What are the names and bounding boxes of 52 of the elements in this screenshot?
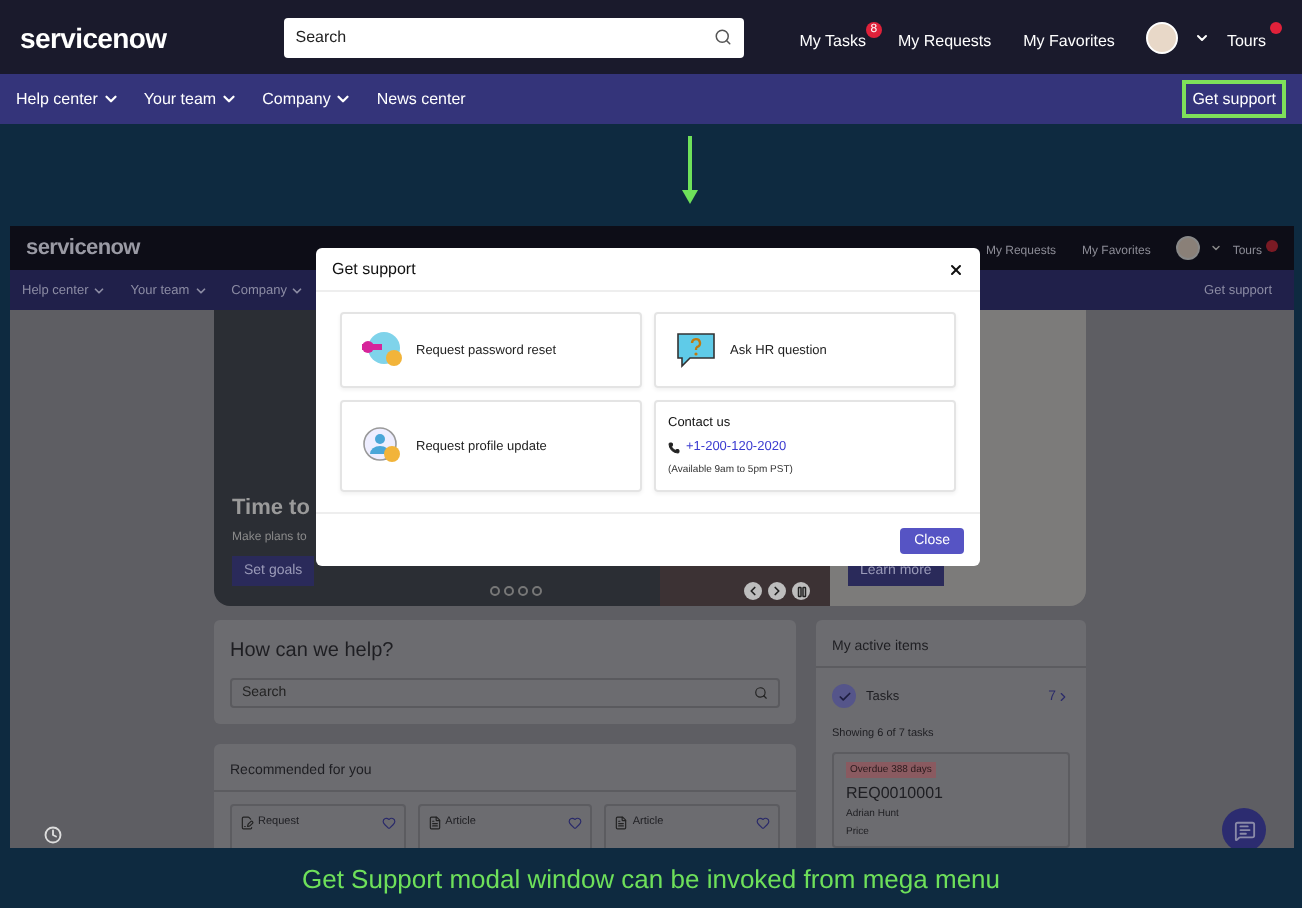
search-icon — [754, 686, 768, 700]
carousel-dot[interactable] — [504, 586, 514, 596]
pause-icon — [795, 585, 807, 597]
caret-icon — [334, 90, 353, 108]
menu-item[interactable]: Help center — [16, 90, 120, 108]
check-icon — [832, 684, 856, 708]
down-arrow — [681, 136, 697, 204]
caret-icon — [220, 90, 239, 108]
chevron-right-icon — [770, 584, 784, 598]
carousel-dot[interactable] — [490, 586, 500, 596]
heart-icon[interactable] — [381, 816, 396, 830]
menu-item[interactable]: Your team — [143, 90, 239, 108]
caret-icon — [290, 283, 305, 297]
close-button[interactable] — [948, 261, 964, 277]
servicenow-logo[interactable]: servicenow — [26, 236, 140, 260]
card-title: How can we help? — [228, 638, 396, 666]
servicenow-logo[interactable]: servicenow — [20, 21, 167, 53]
search-field[interactable]: Search — [283, 17, 744, 57]
chat-button[interactable] — [1222, 808, 1266, 848]
heart-icon[interactable] — [756, 816, 771, 830]
pause-button[interactable] — [792, 582, 810, 600]
clock-icon[interactable] — [44, 826, 62, 844]
carousel-dot[interactable] — [518, 586, 528, 596]
menu-item[interactable]: News center — [376, 90, 466, 108]
edit-icon — [240, 816, 254, 830]
caret-icon[interactable] — [1194, 29, 1211, 45]
search-icon — [713, 28, 732, 46]
caret-icon — [92, 283, 107, 297]
caret-icon — [101, 90, 120, 108]
caret-icon — [193, 283, 208, 297]
chevron-left-icon — [746, 584, 760, 598]
heart-icon[interactable] — [568, 816, 583, 830]
header-link[interactable]: My Favorites — [1023, 21, 1131, 53]
question-bubble-icon — [674, 330, 718, 370]
document-icon — [427, 816, 442, 830]
key-icon — [360, 330, 404, 370]
carousel-dot[interactable] — [532, 586, 542, 596]
profile-icon — [360, 426, 404, 466]
get-support-link[interactable]: Get support — [1182, 80, 1286, 118]
chevron-right-icon — [1056, 689, 1070, 703]
menu-item[interactable]: Company — [262, 90, 353, 108]
task-number: REQ0010001 — [846, 784, 943, 802]
document-icon — [614, 816, 629, 830]
hero-title: Time to — [232, 496, 312, 520]
chat-icon — [1233, 819, 1255, 841]
header-link[interactable]: My Requests — [897, 21, 1008, 53]
phone-icon — [668, 441, 680, 453]
dialog-title: Get support — [332, 260, 416, 278]
tours-link[interactable]: Tours — [1226, 21, 1282, 53]
next-button[interactable] — [768, 582, 786, 600]
previous-button[interactable] — [744, 582, 762, 600]
caption: Get Support modal window can be invoked from mega menu — [301, 863, 1001, 893]
